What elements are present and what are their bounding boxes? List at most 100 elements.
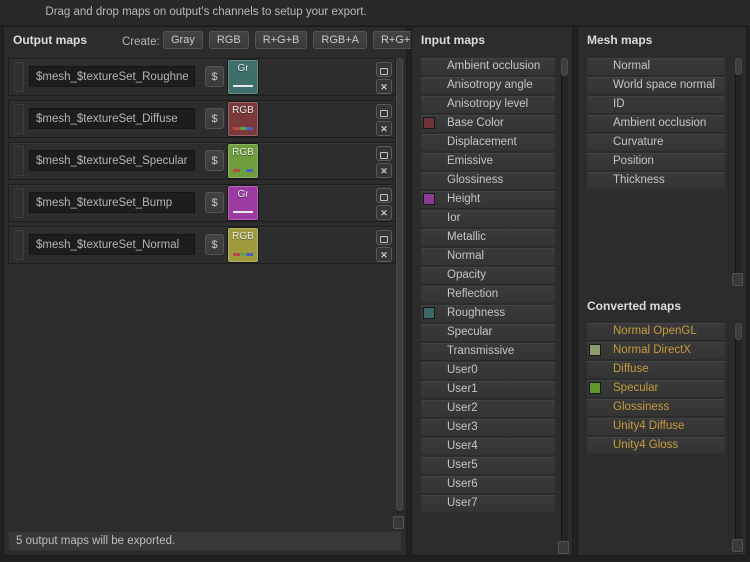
converted-map-item[interactable]: Normal DirectX — [587, 342, 725, 359]
drag-grip[interactable] — [14, 146, 24, 176]
input-map-item[interactable]: User5 — [421, 457, 555, 474]
square-icon — [380, 152, 388, 159]
input-map-item[interactable]: User3 — [421, 419, 555, 436]
drag-grip[interactable] — [14, 230, 24, 260]
channel-settings-button[interactable] — [376, 146, 392, 161]
converted-map-item[interactable]: Glossiness — [587, 399, 725, 416]
input-map-item[interactable]: User7 — [421, 495, 555, 512]
converted-scrollbar-corner[interactable] — [732, 539, 743, 552]
output-map-row[interactable]: $ RGB ✕ — [8, 100, 396, 138]
input-map-item[interactable]: User2 — [421, 400, 555, 417]
mesh-map-item[interactable]: Ambient occlusion — [587, 115, 725, 132]
create-button[interactable]: Gray — [163, 31, 203, 49]
output-map-row[interactable]: $ RGB ✕ — [8, 226, 396, 264]
converted-scrollbar-track[interactable] — [735, 323, 742, 553]
channel-swatch[interactable]: RGB — [228, 228, 258, 262]
filename-pattern-input[interactable] — [29, 192, 195, 213]
mesh-map-item[interactable]: Position — [587, 153, 725, 170]
input-scrollbar-corner[interactable] — [558, 541, 569, 554]
input-map-item[interactable]: Base Color — [421, 115, 555, 132]
mesh-map-item[interactable]: Normal — [587, 58, 725, 75]
filename-pattern-input[interactable] — [29, 66, 195, 87]
converted-map-item[interactable]: Normal OpenGL — [587, 323, 725, 340]
mesh-map-item[interactable]: ID — [587, 96, 725, 113]
remove-channel-button[interactable]: ✕ — [376, 121, 392, 136]
converted-map-item[interactable]: Diffuse — [587, 361, 725, 378]
channel-swatch[interactable]: RGB — [228, 102, 258, 136]
input-map-item[interactable]: User4 — [421, 438, 555, 455]
input-map-item[interactable]: Specular — [421, 324, 555, 341]
channel-swatch[interactable]: Gr — [228, 60, 258, 94]
close-icon: ✕ — [380, 82, 388, 92]
remove-channel-button[interactable]: ✕ — [376, 79, 392, 94]
drag-grip[interactable] — [14, 62, 24, 92]
drag-grip[interactable] — [14, 188, 24, 218]
converted-scrollbar-thumb[interactable] — [735, 323, 742, 340]
pattern-dollar-button[interactable]: $ — [205, 234, 224, 255]
drag-grip[interactable] — [14, 104, 24, 134]
channel-swatch[interactable]: RGB — [228, 144, 258, 178]
map-label: Specular — [587, 380, 725, 397]
channel-settings-button[interactable] — [376, 62, 392, 77]
map-label: Emissive — [421, 153, 555, 170]
channel-type-label: Gr — [228, 189, 258, 200]
channel-type-label: Gr — [228, 63, 258, 74]
create-button[interactable]: RGB+A — [313, 31, 367, 49]
pattern-dollar-button[interactable]: $ — [205, 108, 224, 129]
remove-channel-button[interactable]: ✕ — [376, 247, 392, 262]
remove-channel-button[interactable]: ✕ — [376, 205, 392, 220]
input-map-item[interactable]: User6 — [421, 476, 555, 493]
channel-type-label: RGB — [228, 147, 258, 158]
input-map-item[interactable]: Ambient occlusion — [421, 58, 555, 75]
converted-map-item[interactable]: Unity4 Diffuse — [587, 418, 725, 435]
output-map-row[interactable]: $ Gr ✕ — [8, 58, 396, 96]
output-map-row[interactable]: $ Gr ✕ — [8, 184, 396, 222]
converted-map-item[interactable]: Unity4 Gloss — [587, 437, 725, 454]
input-map-item[interactable]: Anisotropy level — [421, 96, 555, 113]
input-map-item[interactable]: Normal — [421, 248, 555, 265]
input-map-item[interactable]: Transmissive — [421, 343, 555, 360]
output-map-row[interactable]: $ RGB ✕ — [8, 142, 396, 180]
converted-map-item[interactable]: Specular — [587, 380, 725, 397]
map-label: Diffuse — [587, 361, 725, 378]
mesh-scrollbar-thumb[interactable] — [735, 58, 742, 75]
input-map-item[interactable]: Roughness — [421, 305, 555, 322]
filename-pattern-input[interactable] — [29, 108, 195, 129]
input-map-item[interactable]: Emissive — [421, 153, 555, 170]
pattern-dollar-button[interactable]: $ — [205, 66, 224, 87]
input-map-item[interactable]: Ior — [421, 210, 555, 227]
input-scrollbar-thumb[interactable] — [561, 58, 568, 76]
mesh-map-item[interactable]: Curvature — [587, 134, 725, 151]
input-map-item[interactable]: Opacity — [421, 267, 555, 284]
pattern-dollar-button[interactable]: $ — [205, 192, 224, 213]
pattern-dollar-button[interactable]: $ — [205, 150, 224, 171]
input-scrollbar-track[interactable] — [561, 58, 568, 552]
channel-settings-button[interactable] — [376, 230, 392, 245]
filename-pattern-input[interactable] — [29, 234, 195, 255]
create-button[interactable]: RGB — [209, 31, 249, 49]
channel-swatch[interactable]: Gr — [228, 186, 258, 220]
channel-settings-button[interactable] — [376, 188, 392, 203]
input-map-item[interactable]: Reflection — [421, 286, 555, 303]
input-map-item[interactable]: Glossiness — [421, 172, 555, 189]
channel-settings-button[interactable] — [376, 104, 392, 119]
input-map-item[interactable]: User1 — [421, 381, 555, 398]
mesh-scrollbar-corner[interactable] — [732, 273, 743, 286]
input-map-item[interactable]: Height — [421, 191, 555, 208]
mesh-map-item[interactable]: Thickness — [587, 172, 725, 189]
map-label: User7 — [421, 495, 555, 512]
create-button[interactable]: R+G+B — [255, 31, 308, 49]
filename-pattern-input[interactable] — [29, 150, 195, 171]
mesh-map-item[interactable]: World space normal — [587, 77, 725, 94]
output-scrollbar-thumb[interactable] — [396, 58, 403, 511]
input-map-item[interactable]: Metallic — [421, 229, 555, 246]
export-status-bar: 5 output maps will be exported. — [8, 531, 402, 551]
output-scrollbar-track[interactable] — [396, 58, 403, 513]
mesh-scrollbar-track[interactable] — [735, 58, 742, 286]
channel-gradient-bar — [233, 211, 253, 213]
input-map-item[interactable]: Anisotropy angle — [421, 77, 555, 94]
output-scrollbar-corner[interactable] — [393, 516, 404, 529]
input-map-item[interactable]: User0 — [421, 362, 555, 379]
input-map-item[interactable]: Displacement — [421, 134, 555, 151]
remove-channel-button[interactable]: ✕ — [376, 163, 392, 178]
